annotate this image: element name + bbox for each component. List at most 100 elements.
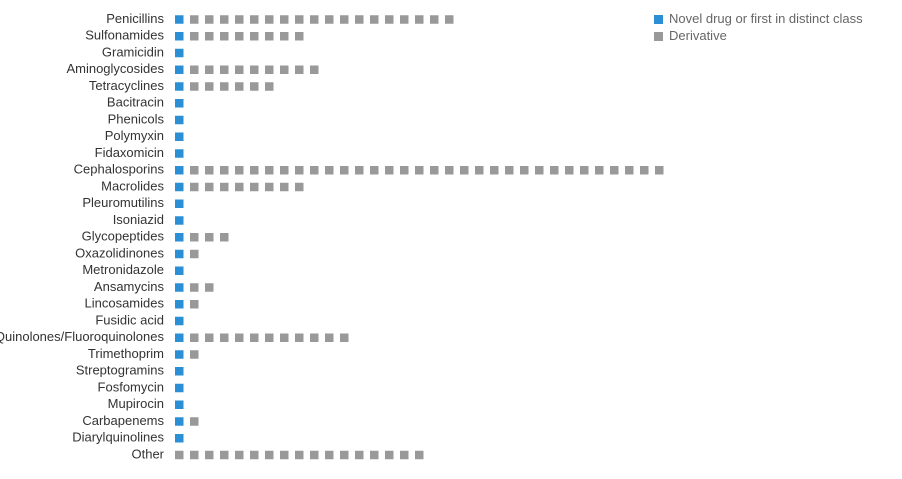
derivative-unit [445, 166, 454, 175]
derivative-unit [325, 15, 334, 24]
category-label: Fidaxomicin [95, 145, 164, 160]
derivative-unit [250, 166, 259, 175]
category-label: Aminoglycosides [66, 61, 164, 76]
derivative-unit [190, 333, 199, 342]
derivative-unit [235, 333, 244, 342]
derivative-unit [295, 15, 304, 24]
novel-drug-unit [175, 417, 184, 426]
derivative-unit [205, 82, 214, 91]
derivative-unit [280, 65, 289, 74]
derivative-unit [280, 182, 289, 192]
derivative-unit [355, 15, 364, 24]
novel-drug-unit [175, 149, 184, 158]
derivative-unit [340, 333, 349, 342]
derivative-unit [190, 417, 199, 426]
derivative-unit [400, 450, 409, 460]
derivative-unit [250, 182, 259, 192]
derivative-unit [190, 65, 199, 74]
category-label: Sulfonamides [85, 28, 164, 43]
derivative-unit [265, 333, 274, 342]
category-label: Tetracyclines [89, 78, 165, 93]
novel-drug-unit [175, 233, 184, 242]
derivative-unit [205, 32, 214, 41]
novel-drug-unit [175, 166, 184, 175]
derivative-unit [295, 182, 304, 192]
novel-drug-unit [175, 283, 184, 292]
derivative-unit [295, 166, 304, 175]
legend-swatch-derivative [654, 32, 663, 41]
derivative-unit [370, 166, 379, 175]
legend-swatch-novel [654, 15, 663, 24]
derivative-unit [325, 166, 334, 175]
legend-label-novel: Novel drug or first in distinct class [669, 11, 863, 26]
derivative-unit [355, 166, 364, 175]
derivative-unit [280, 166, 289, 175]
derivative-unit [490, 166, 499, 175]
novel-drug-unit [175, 199, 184, 208]
category-label: Quinolones/Fluoroquinolones [0, 329, 164, 344]
derivative-unit [505, 166, 514, 175]
novel-drug-unit [175, 115, 184, 125]
derivative-unit [250, 32, 259, 41]
derivative-unit [310, 65, 319, 74]
category-label: Fusidic acid [95, 312, 164, 327]
novel-drug-unit [175, 65, 184, 74]
derivative-unit [190, 450, 199, 460]
novel-drug-unit [175, 333, 184, 342]
derivative-unit [340, 450, 349, 460]
derivative-unit [460, 166, 469, 175]
derivative-unit [535, 166, 544, 175]
derivative-unit [415, 450, 424, 460]
derivative-unit [205, 65, 214, 74]
derivative-unit [250, 450, 259, 460]
derivative-unit [235, 15, 244, 24]
derivative-unit [325, 450, 334, 460]
derivative-unit [310, 15, 319, 24]
novel-drug-unit [175, 216, 184, 225]
derivative-unit [205, 450, 214, 460]
derivative-unit [190, 32, 199, 41]
derivative-unit [220, 166, 229, 175]
derivative-unit [295, 65, 304, 74]
derivative-unit [190, 300, 199, 309]
derivative-unit [625, 166, 634, 175]
category-label: Ansamycins [94, 279, 165, 294]
category-label: Glycopeptides [82, 229, 165, 244]
derivative-unit [310, 166, 319, 175]
derivative-unit [235, 450, 244, 460]
novel-drug-unit [175, 48, 184, 58]
category-label: Metronidazole [82, 262, 164, 277]
derivative-unit [520, 166, 529, 175]
derivative-unit [280, 32, 289, 41]
novel-drug-unit [175, 400, 184, 409]
category-label: Polymyxin [105, 128, 164, 143]
derivative-unit [280, 15, 289, 24]
category-label: Other [131, 446, 164, 461]
derivative-unit [265, 82, 274, 91]
derivative-unit [400, 15, 409, 24]
derivative-unit [265, 15, 274, 24]
derivative-unit [310, 333, 319, 342]
unit-chart: Penicillins SulfonamidesGramicidin Aminogl… [0, 11, 664, 461]
derivative-unit [235, 182, 244, 192]
novel-drug-unit [175, 434, 184, 443]
novel-drug-unit [175, 350, 184, 359]
category-label: Penicillins [106, 11, 164, 26]
derivative-unit [550, 166, 559, 175]
category-label: Gramicidin [102, 44, 164, 59]
derivative-unit [340, 15, 349, 24]
category-label: Bacitracin [107, 95, 164, 110]
derivative-unit [220, 15, 229, 24]
novel-drug-unit [175, 266, 184, 275]
derivative-unit [640, 166, 649, 175]
category-label: Lincosamides [85, 296, 165, 311]
derivative-unit [205, 283, 214, 292]
novel-drug-unit [175, 300, 184, 309]
derivative-unit [190, 15, 199, 24]
derivative-unit [310, 450, 319, 460]
derivative-unit [250, 65, 259, 74]
derivative-unit [280, 333, 289, 342]
category-label: Diarylquinolines [72, 430, 164, 445]
derivative-unit [220, 32, 229, 41]
derivative-unit [265, 450, 274, 460]
